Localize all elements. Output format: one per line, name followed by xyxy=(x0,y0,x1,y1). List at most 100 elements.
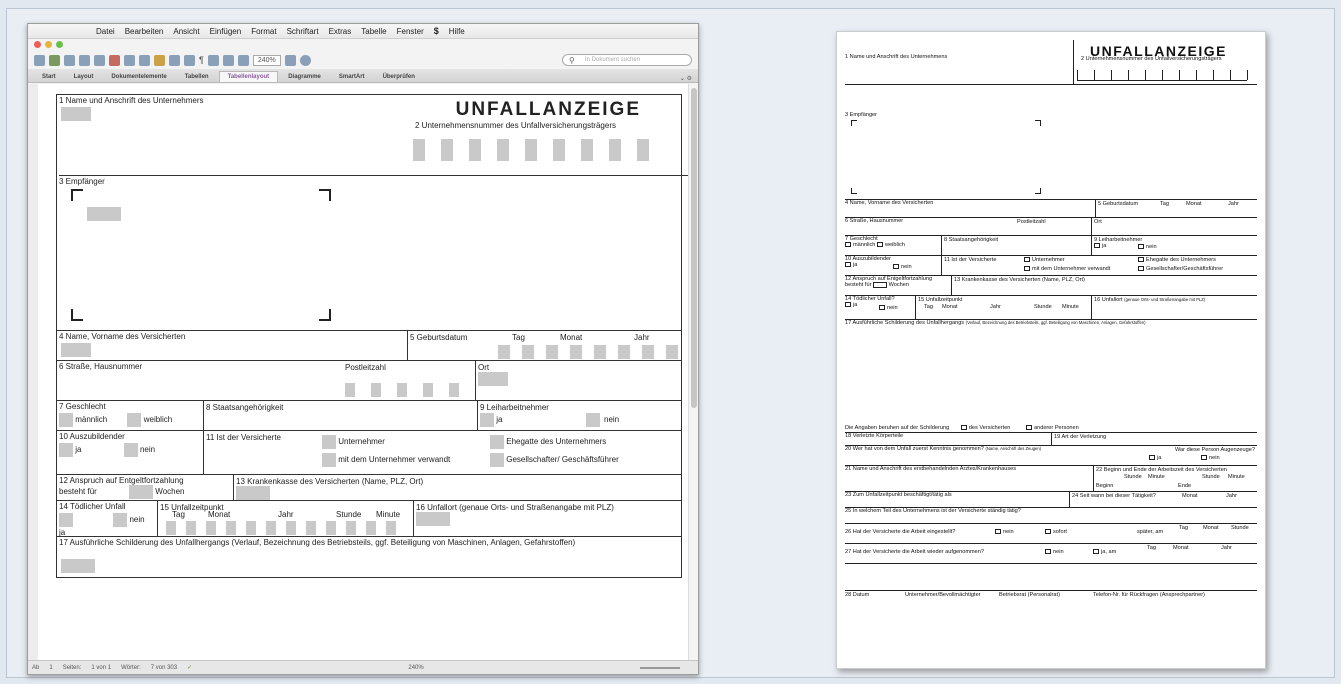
r-f27-nein-checkbox[interactable] xyxy=(1045,549,1051,555)
vertical-scrollbar[interactable] xyxy=(688,84,698,660)
menu-ansicht[interactable]: Ansicht xyxy=(173,27,199,36)
digit-field[interactable] xyxy=(570,345,582,359)
r-augenzeuge-nein-checkbox[interactable] xyxy=(1201,455,1207,461)
digit-field[interactable] xyxy=(366,521,376,535)
r-unternehmer-checkbox[interactable] xyxy=(1024,257,1030,263)
digit-field[interactable] xyxy=(397,383,407,397)
gallery-icon[interactable] xyxy=(49,54,60,66)
r-andere-personen-checkbox[interactable] xyxy=(1025,425,1032,431)
r-augenzeuge-ja-checkbox[interactable] xyxy=(1149,455,1155,461)
verwandt-checkbox[interactable] xyxy=(322,453,336,467)
save-icon[interactable] xyxy=(79,54,90,66)
redo-icon[interactable] xyxy=(184,54,195,66)
table-icon[interactable] xyxy=(222,54,234,66)
ribbon-options-icon[interactable]: ⌄ ⚙ xyxy=(680,75,698,82)
unternehmer-checkbox[interactable] xyxy=(322,435,336,449)
toedlich-nein-checkbox[interactable] xyxy=(113,513,128,527)
menu-einfuegen[interactable]: Einfügen xyxy=(210,27,242,36)
digit-field[interactable] xyxy=(306,521,316,535)
digit-field[interactable] xyxy=(618,345,630,359)
digit-field[interactable] xyxy=(497,139,509,161)
r-verwandt-checkbox[interactable] xyxy=(1024,266,1030,272)
zoom-window-icon[interactable] xyxy=(56,41,63,48)
r-azubi-ja-checkbox[interactable] xyxy=(845,262,851,268)
digit-field[interactable] xyxy=(386,521,396,535)
menu-fenster[interactable]: Fenster xyxy=(397,27,424,36)
digit-field[interactable] xyxy=(609,139,621,161)
digit-field[interactable] xyxy=(423,383,433,397)
tab-ueberpruefen[interactable]: Überprüfen xyxy=(375,72,423,82)
r-azubi-nein-checkbox[interactable] xyxy=(893,264,899,270)
digit-field[interactable] xyxy=(449,383,459,397)
tab-tabellen[interactable]: Tabellen xyxy=(177,72,217,82)
new-document-icon[interactable] xyxy=(34,54,45,66)
menu-extras[interactable]: Extras xyxy=(329,27,352,36)
media-icon[interactable] xyxy=(237,54,249,66)
leih-ja-checkbox[interactable] xyxy=(480,413,494,427)
tab-smartart[interactable]: SmartArt xyxy=(331,72,373,82)
r-f26-nein-checkbox[interactable] xyxy=(995,529,1001,535)
field-ort[interactable] xyxy=(478,372,508,386)
wochen-field[interactable] xyxy=(129,485,154,499)
digit-field[interactable] xyxy=(206,521,216,535)
r-wochen-field[interactable] xyxy=(873,282,887,288)
r-ehegatte-checkbox[interactable] xyxy=(1138,257,1144,263)
document-search[interactable]: ⚲ In Dokument suchen xyxy=(562,54,692,66)
field-name[interactable] xyxy=(61,343,91,357)
digit-field[interactable] xyxy=(226,521,236,535)
r-sofort-checkbox[interactable] xyxy=(1045,529,1051,535)
open-icon[interactable] xyxy=(64,54,75,66)
digit-field[interactable] xyxy=(666,345,678,359)
undo-icon[interactable] xyxy=(169,54,180,66)
field-empfaenger[interactable] xyxy=(87,207,121,221)
digit-field[interactable] xyxy=(326,521,336,535)
tab-layout[interactable]: Layout xyxy=(66,72,102,82)
digit-field[interactable] xyxy=(441,139,453,161)
paste-icon[interactable] xyxy=(139,54,150,66)
azubi-ja-checkbox[interactable] xyxy=(59,443,73,457)
pilcrow-icon[interactable]: ¶ xyxy=(199,55,204,65)
tab-tabellenlayout[interactable]: Tabellenlayout xyxy=(218,71,279,82)
azubi-nein-checkbox[interactable] xyxy=(123,443,138,457)
digit-field[interactable] xyxy=(345,383,355,397)
maennlich-checkbox[interactable] xyxy=(59,413,73,427)
copy-icon[interactable] xyxy=(124,54,135,66)
digit-field[interactable] xyxy=(525,139,537,161)
script-menu-icon[interactable]: $ xyxy=(434,26,439,36)
tab-diagramme[interactable]: Diagramme xyxy=(280,72,329,82)
spellcheck-icon[interactable]: ✓ xyxy=(187,664,192,671)
r-ja-am-checkbox[interactable] xyxy=(1093,549,1099,555)
digit-field[interactable] xyxy=(553,139,565,161)
zoom-slider[interactable] xyxy=(639,666,680,669)
digit-field[interactable] xyxy=(166,521,176,535)
tab-dokumentelemente[interactable]: Dokumentelemente xyxy=(103,72,174,82)
minimize-window-icon[interactable] xyxy=(45,41,52,48)
cut-icon[interactable] xyxy=(109,54,120,66)
document-page[interactable]: 1 Name und Anschrift des Unternehmers UN… xyxy=(38,84,698,664)
digit-field[interactable] xyxy=(246,521,256,535)
digit-field[interactable] xyxy=(522,345,534,359)
help-icon[interactable] xyxy=(299,54,311,66)
digit-field[interactable] xyxy=(637,139,649,161)
menu-tabelle[interactable]: Tabelle xyxy=(361,27,386,36)
menu-hilfe[interactable]: Hilfe xyxy=(449,27,465,36)
digit-field[interactable] xyxy=(186,521,196,535)
ehegatte-checkbox[interactable] xyxy=(490,435,504,449)
r-toedlich-ja-checkbox[interactable] xyxy=(845,302,851,308)
r-weiblich-checkbox[interactable] xyxy=(876,242,883,248)
format-painter-icon[interactable] xyxy=(154,54,165,66)
digit-field[interactable] xyxy=(546,345,558,359)
digit-field[interactable] xyxy=(266,521,276,535)
toedlich-ja-checkbox[interactable] xyxy=(59,513,73,527)
field-krankenkasse[interactable] xyxy=(236,486,270,500)
digit-field[interactable] xyxy=(498,345,510,359)
digit-field[interactable] xyxy=(286,521,296,535)
scroll-thumb[interactable] xyxy=(691,88,697,408)
gesellschafter-checkbox[interactable] xyxy=(490,453,504,467)
close-window-icon[interactable] xyxy=(34,41,41,48)
r-toedlich-nein-checkbox[interactable] xyxy=(879,305,885,311)
digit-field[interactable] xyxy=(413,139,425,161)
r-leih-ja-checkbox[interactable] xyxy=(1094,243,1100,249)
digit-field[interactable] xyxy=(469,139,481,161)
digit-field[interactable] xyxy=(642,345,654,359)
